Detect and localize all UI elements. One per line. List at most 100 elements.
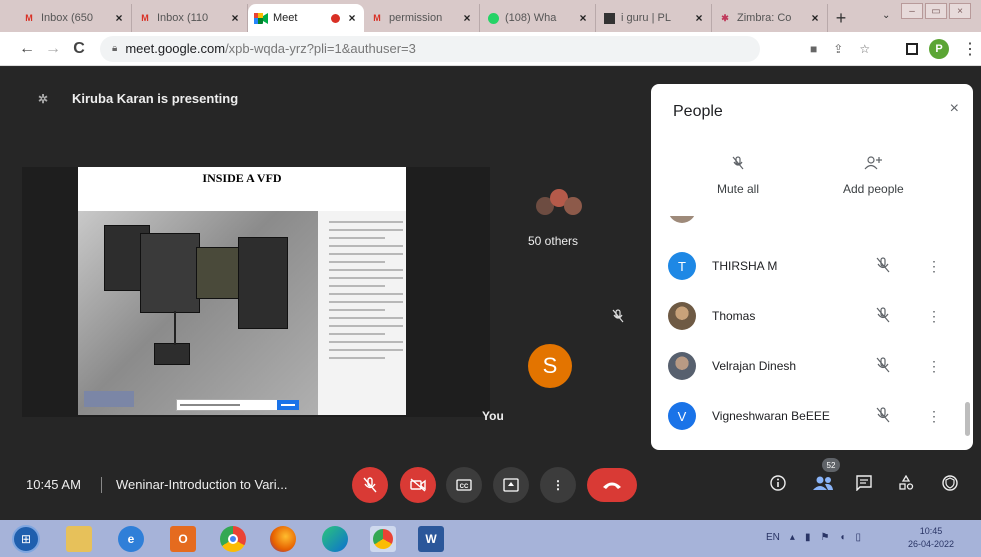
- more-options-icon[interactable]: ⋮: [927, 408, 941, 425]
- network-icon[interactable]: ▮: [805, 532, 811, 543]
- captions-button[interactable]: CC: [446, 467, 482, 503]
- mic-off-icon: [612, 309, 624, 326]
- mic-off-icon[interactable]: [876, 356, 890, 376]
- edge-icon[interactable]: [322, 526, 348, 552]
- volume-icon[interactable]: ◖: [839, 532, 845, 543]
- participant-row[interactable]: Thomas ⋮: [651, 291, 973, 341]
- start-button[interactable]: ⊞: [12, 525, 40, 553]
- participant-avatar: [564, 197, 582, 215]
- power-icon[interactable]: ▯: [855, 532, 861, 543]
- firefox-icon[interactable]: [270, 526, 296, 552]
- meeting-details-button[interactable]: [770, 475, 786, 494]
- scrollbar-thumb[interactable]: [965, 402, 970, 436]
- more-options-icon[interactable]: ⋮: [927, 308, 941, 325]
- language-indicator[interactable]: EN: [766, 532, 780, 543]
- flag-icon[interactable]: ⚑: [820, 532, 829, 543]
- tab-close-icon[interactable]: ×: [577, 11, 589, 25]
- more-options-button[interactable]: ⋮: [540, 467, 576, 503]
- file-explorer-icon[interactable]: [66, 526, 92, 552]
- sharing-notification-bar: [176, 399, 300, 411]
- more-options-icon[interactable]: ⋮: [927, 358, 941, 375]
- tab-whatsapp[interactable]: (108) Wha ×: [480, 4, 596, 32]
- activities-icon: [899, 474, 914, 490]
- add-people-button[interactable]: Add people: [843, 156, 904, 196]
- screen-share-tile[interactable]: INSIDE A VFD: [22, 167, 490, 417]
- browser-menu-icon[interactable]: ⋮: [962, 39, 978, 59]
- microphone-toggle-button[interactable]: [352, 467, 388, 503]
- sharing-notification-text: [180, 404, 240, 406]
- host-controls-button[interactable]: [942, 475, 958, 494]
- windows-taskbar: ⊞ e O W EN ▴ ▮ ⚑ ◖ ▯ 10:45 26-04-2022: [0, 520, 981, 557]
- more-options-icon[interactable]: ⋮: [927, 258, 941, 275]
- participant-row[interactable]: T THIRSHA M ⋮: [651, 241, 973, 291]
- slide-title: INSIDE A VFD: [202, 171, 282, 185]
- taskbar-clock[interactable]: 10:45 26-04-2022: [908, 525, 954, 551]
- tray-arrow-icon[interactable]: ▴: [790, 532, 795, 543]
- people-count-badge: 52: [822, 458, 840, 472]
- mic-off-icon[interactable]: [876, 406, 890, 426]
- chrome-icon[interactable]: [220, 526, 246, 552]
- reload-button[interactable]: C: [66, 40, 92, 58]
- participant-name: THIRSHA M: [712, 259, 778, 273]
- system-tray: EN ▴ ▮ ⚑ ◖ ▯: [766, 532, 861, 543]
- participant-row[interactable]: ╲ ⋮: [651, 216, 973, 234]
- tab-close-icon[interactable]: ×: [461, 11, 473, 25]
- star-icon[interactable]: ☆: [859, 42, 870, 56]
- tab-meet[interactable]: Meet ×: [248, 4, 364, 32]
- mic-off-icon[interactable]: [876, 256, 890, 276]
- camera-toggle-button[interactable]: [400, 467, 436, 503]
- chrome-icon[interactable]: [370, 526, 396, 552]
- end-call-button[interactable]: [587, 468, 637, 502]
- tab-close-icon[interactable]: ×: [346, 11, 358, 25]
- meet-icon: [254, 12, 268, 24]
- tab-inbox-110[interactable]: M Inbox (110 ×: [132, 4, 248, 32]
- present-icon: [503, 478, 519, 492]
- profile-avatar[interactable]: P: [929, 38, 949, 59]
- forward-button[interactable]: →: [40, 40, 66, 58]
- internet-explorer-icon[interactable]: e: [118, 526, 144, 552]
- present-button[interactable]: [493, 467, 529, 503]
- presenter-avatar-icon: ✲: [38, 91, 49, 106]
- tab-inbox-650[interactable]: M Inbox (650 ×: [16, 4, 132, 32]
- lock-icon[interactable]: 🔒︎: [112, 43, 117, 54]
- side-panel-icon[interactable]: [906, 42, 918, 55]
- outlook-icon[interactable]: O: [170, 526, 196, 552]
- close-window-button[interactable]: ×: [949, 3, 971, 19]
- tab-permission[interactable]: M permission ×: [364, 4, 480, 32]
- vfd-module: [238, 237, 288, 329]
- maximize-button[interactable]: ▭: [925, 3, 947, 19]
- iguru-icon: [602, 12, 616, 24]
- mic-off-icon[interactable]: [876, 306, 890, 326]
- tab-close-icon[interactable]: ×: [693, 11, 705, 25]
- tab-search-chevron-icon[interactable]: ⌄: [882, 10, 890, 21]
- address-bar[interactable]: 🔒︎ meet.google.com /xpb-wqda-yrz?pli=1&a…: [100, 35, 760, 62]
- url-host: meet.google.com: [125, 41, 226, 56]
- camera-icon[interactable]: ■: [810, 42, 817, 56]
- new-tab-button[interactable]: +: [828, 4, 854, 32]
- self-label: You: [482, 409, 504, 423]
- people-button[interactable]: [812, 475, 834, 494]
- participant-row[interactable]: V Vigneshwaran BeEEE ⋮: [651, 391, 973, 441]
- activities-button[interactable]: [898, 474, 914, 494]
- recording-indicator-icon: [331, 13, 340, 23]
- word-icon[interactable]: W: [418, 526, 444, 552]
- more-options-icon[interactable]: ⋮: [927, 216, 941, 218]
- chat-button[interactable]: [856, 475, 872, 494]
- close-icon[interactable]: ×: [950, 100, 959, 118]
- minimize-button[interactable]: –: [901, 3, 923, 19]
- gmail-icon: M: [373, 13, 381, 23]
- mute-all-label: Mute all: [717, 182, 760, 196]
- participant-row[interactable]: Velrajan Dinesh ⋮: [651, 341, 973, 391]
- mute-all-button[interactable]: Mute all: [717, 156, 759, 196]
- presenting-banner: ✲ Kiruba Karan is presenting: [38, 91, 238, 106]
- stop-sharing-button[interactable]: [277, 400, 299, 410]
- tab-iguru[interactable]: i guru | PL ×: [596, 4, 712, 32]
- back-button[interactable]: ←: [14, 40, 40, 58]
- tab-close-icon[interactable]: ×: [229, 11, 241, 25]
- end-call-icon: [603, 482, 621, 489]
- tab-close-icon[interactable]: ×: [113, 11, 125, 25]
- share-icon[interactable]: ⇪: [833, 42, 843, 56]
- tab-zimbra[interactable]: ✱ Zimbra: Co ×: [712, 4, 828, 32]
- tab-title: (108) Wha: [505, 12, 557, 24]
- tab-close-icon[interactable]: ×: [809, 11, 821, 25]
